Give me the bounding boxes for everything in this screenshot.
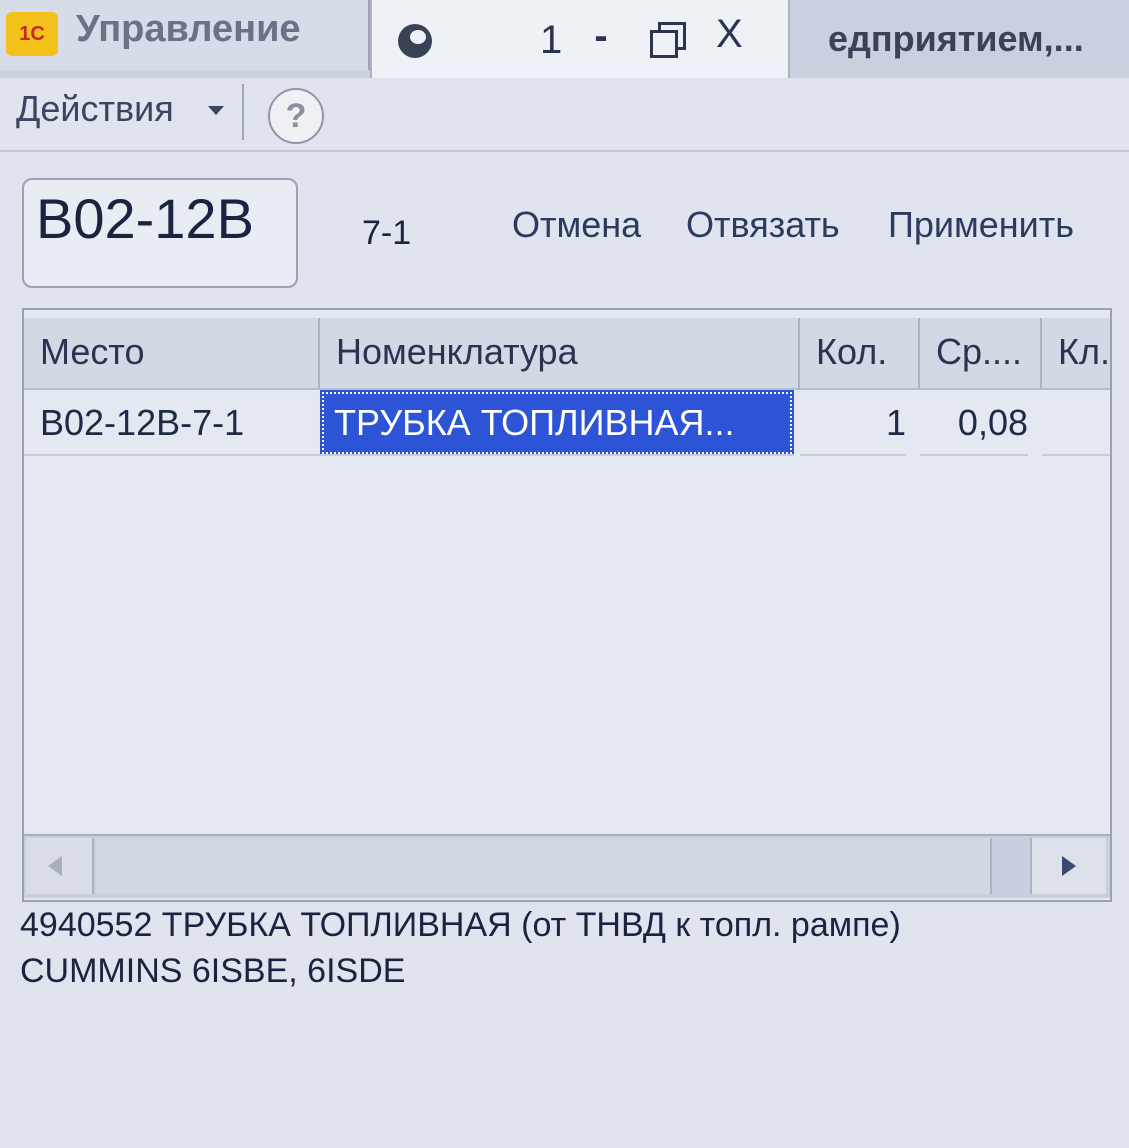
table-cell-place[interactable]: B02-12B-7-1 xyxy=(24,390,320,456)
minimize-button[interactable]: - xyxy=(588,14,614,60)
toolbar-divider xyxy=(242,84,244,140)
table-cell-nomenclature[interactable]: ТРУБКА ТОПЛИВНАЯ... xyxy=(320,390,794,456)
tab-title-left: Управление xyxy=(76,8,301,50)
item-description: 4940552 ТРУБКА ТОПЛИВНАЯ (от ТНВД к топл… xyxy=(20,906,901,990)
place-code-value: B02-12B xyxy=(36,187,254,250)
apply-button[interactable]: Применить xyxy=(888,204,1074,246)
actions-menu-button[interactable]: Действия xyxy=(16,88,174,130)
unbind-button[interactable]: Отвязать xyxy=(686,204,840,246)
cell-code-label: 7-1 xyxy=(362,214,412,252)
refresh-icon[interactable] xyxy=(398,24,432,58)
column-header-nomenclature[interactable]: Номенклатура xyxy=(320,318,800,390)
table-cell-qty[interactable]: 1 xyxy=(800,390,906,456)
scroll-thumb[interactable] xyxy=(96,838,992,894)
table-cell-avg[interactable]: 0,08 xyxy=(920,390,1028,456)
close-button[interactable]: X xyxy=(716,12,743,57)
column-header-kl[interactable]: Кл. xyxy=(1042,318,1110,390)
cancel-button[interactable]: Отмена xyxy=(512,204,641,246)
app-logo-icon: 1С xyxy=(6,12,58,56)
restore-button[interactable] xyxy=(650,22,686,58)
column-header-qty[interactable]: Кол. xyxy=(800,318,920,390)
chevron-down-icon[interactable] xyxy=(208,106,224,115)
help-button[interactable]: ? xyxy=(268,88,324,144)
scroll-right-icon[interactable] xyxy=(1030,838,1106,894)
tab-number: 1 xyxy=(540,18,563,62)
scroll-left-icon[interactable] xyxy=(26,838,94,894)
tab-title-right[interactable]: едприятием,... xyxy=(828,18,1084,60)
table-cell-kl[interactable] xyxy=(1042,390,1110,456)
column-header-avg[interactable]: Ср.... xyxy=(920,318,1042,390)
column-header-place[interactable]: Место xyxy=(24,318,320,390)
